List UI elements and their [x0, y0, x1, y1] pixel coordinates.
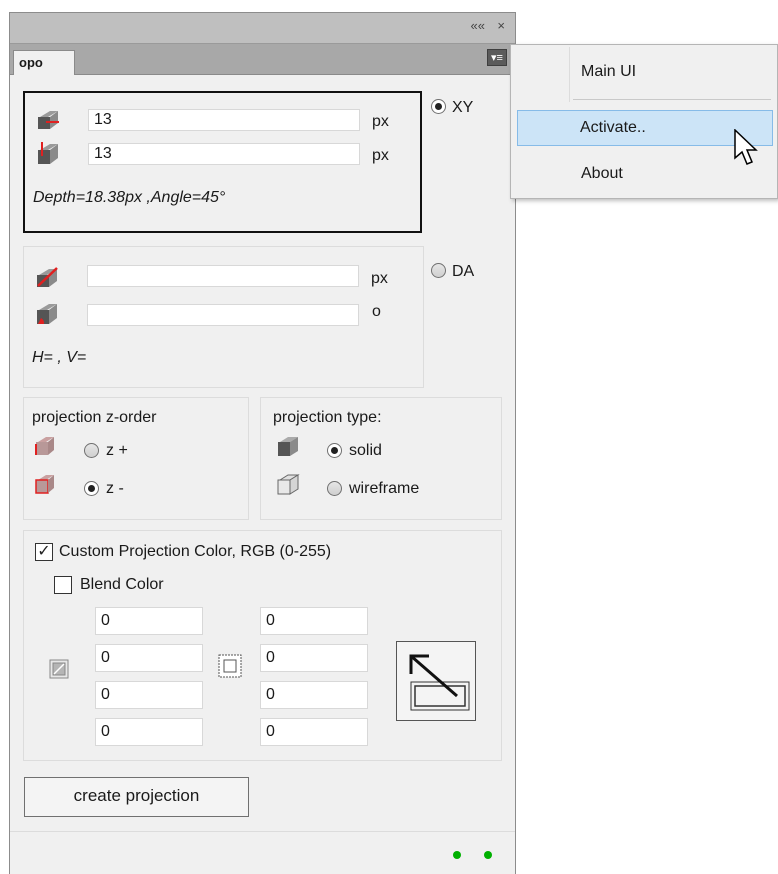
custom-color-checkbox[interactable]: ✓	[35, 543, 53, 561]
horizontal-offset-field[interactable]: 13	[88, 109, 360, 131]
xy-mode-label: XY	[452, 99, 474, 116]
da-mode-label: DA	[452, 263, 475, 280]
da-group: px o H= , V=	[23, 246, 424, 388]
zorder-title: projection z-order	[32, 409, 157, 426]
solid-cube-icon	[278, 437, 298, 456]
depth-field[interactable]	[87, 265, 359, 287]
da-summary: H= , V=	[32, 349, 87, 366]
fill-swatch-icon	[49, 659, 69, 679]
angle-field[interactable]	[87, 304, 359, 326]
menu-separator	[573, 99, 771, 100]
vertical-offset-field[interactable]: 13	[88, 143, 360, 165]
stroke-r-field[interactable]: 0	[260, 607, 368, 635]
z-minus-radio[interactable]	[84, 481, 99, 496]
ptype-title: projection type:	[273, 409, 382, 426]
stroke-g-field[interactable]: 0	[260, 644, 368, 672]
custom-color-label: Custom Projection Color, RGB (0-255)	[59, 543, 332, 560]
stroke-swatch-icon	[218, 654, 242, 678]
stroke-b-field[interactable]: 0	[260, 681, 368, 709]
stroke-a-field[interactable]: 0	[260, 718, 368, 746]
panel-titlebar: «« ×	[10, 13, 515, 44]
vertical-offset-icon	[38, 142, 58, 164]
tab-opo[interactable]: opo	[13, 50, 75, 75]
depth-icon	[37, 267, 58, 287]
da-mode-radio[interactable]	[431, 263, 446, 278]
solid-label: solid	[349, 442, 382, 459]
xy-group: 13 px 13 px Depth=18.38px ,Angle=45°	[23, 91, 422, 233]
panel-menu-button[interactable]: ▾≡	[487, 49, 507, 66]
z-plus-label: z +	[106, 442, 128, 459]
xy-summary: Depth=18.38px ,Angle=45°	[33, 189, 226, 206]
panel-tabbar: opo ▾≡	[10, 44, 515, 75]
fill-b-field[interactable]: 0	[95, 681, 203, 709]
angle-unit-label: o	[372, 303, 381, 320]
collapse-icon[interactable]: ««	[471, 18, 485, 34]
mouse-cursor-icon	[734, 129, 758, 165]
depth-unit-label: px	[371, 270, 388, 287]
plugin-panel: «« × opo ▾≡ 13 px 13 px Depth=18.38px ,A…	[9, 12, 516, 874]
horizontal-unit-label: px	[372, 113, 389, 130]
z-minus-label: z -	[106, 480, 124, 497]
z-minus-icon	[35, 475, 54, 494]
blend-color-checkbox[interactable]	[54, 576, 72, 594]
zorder-group: projection z-order z + z -	[23, 397, 249, 520]
close-icon[interactable]: ×	[497, 18, 505, 34]
z-plus-icon	[35, 437, 54, 455]
menu-item-main-ui[interactable]: Main UI	[519, 55, 777, 89]
vertical-unit-label: px	[372, 147, 389, 164]
color-group: ✓ Custom Projection Color, RGB (0-255) B…	[23, 530, 502, 761]
ptype-group: projection type: solid wireframe	[260, 397, 502, 520]
angle-icon	[37, 304, 57, 324]
create-projection-button[interactable]: create projection	[24, 777, 249, 817]
fill-r-field[interactable]: 0	[95, 607, 203, 635]
wireframe-radio[interactable]	[327, 481, 342, 496]
status-dot-1	[453, 851, 461, 859]
blend-color-label: Blend Color	[80, 576, 164, 593]
wireframe-cube-icon	[277, 474, 300, 495]
z-plus-radio[interactable]	[84, 443, 99, 458]
wireframe-label: wireframe	[349, 480, 420, 497]
pick-color-button[interactable]	[396, 641, 476, 721]
xy-mode-radio[interactable]	[431, 99, 446, 114]
status-divider	[10, 831, 515, 832]
status-dot-2	[484, 851, 492, 859]
solid-radio[interactable]	[327, 443, 342, 458]
pick-color-arrow-icon	[409, 654, 470, 711]
horizontal-offset-icon	[38, 111, 59, 129]
fill-a-field[interactable]: 0	[95, 718, 203, 746]
fill-g-field[interactable]: 0	[95, 644, 203, 672]
panel-context-menu: Main UI Activate.. About	[510, 44, 778, 199]
